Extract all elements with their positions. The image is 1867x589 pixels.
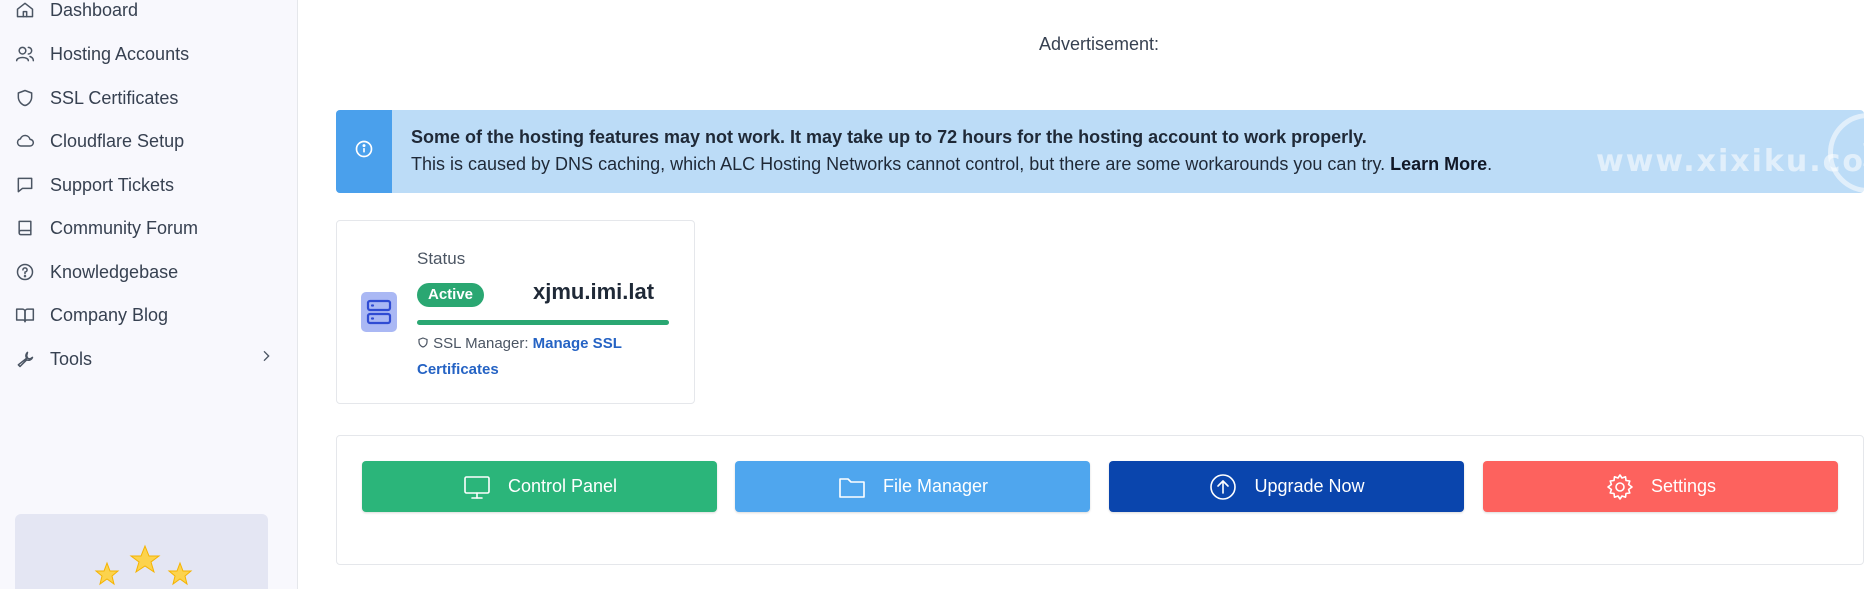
sidebar-item-tools[interactable]: Tools — [14, 344, 274, 374]
sidebar-item-knowledgebase[interactable]: Knowledgebase — [14, 257, 274, 287]
wrench-icon — [14, 348, 36, 370]
sidebar-item-community-forum[interactable]: Community Forum — [14, 213, 274, 243]
status-badge: Active — [417, 283, 485, 307]
cloud-icon — [14, 130, 36, 152]
info-icon — [354, 139, 374, 164]
sidebar-item-label: Knowledgebase — [50, 261, 179, 282]
question-icon — [14, 261, 36, 283]
control-panel-label: Control Panel — [507, 476, 618, 496]
settings-label: Settings — [1650, 476, 1717, 496]
upload-circle-icon — [1210, 473, 1237, 500]
server-icon — [361, 292, 397, 332]
main-content: Advertisement: Some of the hosting featu… — [299, 0, 1867, 589]
sidebar-item-label: Dashboard — [50, 0, 139, 20]
promo-card — [15, 514, 268, 589]
sidebar-item-label: Cloudflare Setup — [50, 130, 185, 151]
sidebar-item-label: SSL Certificates — [50, 87, 179, 108]
shield-icon — [418, 337, 428, 348]
sidebar-item-label: Hosting Accounts — [50, 43, 190, 64]
sidebar-item-label: Support Tickets — [50, 174, 175, 195]
shield-icon — [14, 87, 36, 109]
watermark-glyph: i — [1862, 126, 1864, 177]
stars-icon — [94, 544, 193, 586]
file-manager-label: File Manager — [882, 476, 989, 496]
sidebar-item-support-tickets[interactable]: Support Tickets — [14, 170, 274, 200]
folder-icon — [839, 477, 865, 498]
watermark-info-icon: i — [1828, 113, 1864, 193]
sidebar-item-label: Company Blog — [50, 304, 169, 325]
sidebar-item-label: Tools — [50, 348, 93, 369]
learn-more-link[interactable]: Learn More — [1390, 154, 1487, 174]
control-panel-button[interactable]: Control Panel — [362, 461, 717, 512]
sidebar-item-dashboard[interactable]: Dashboard — [14, 0, 274, 25]
sidebar-item-cloudflare-setup[interactable]: Cloudflare Setup — [14, 126, 274, 156]
alert-body: This is caused by DNS caching, which ALC… — [411, 154, 1492, 175]
monitor-icon — [464, 475, 490, 499]
sidebar-item-label: Community Forum — [50, 217, 199, 238]
alert-body-text: This is caused by DNS caching, which ALC… — [411, 154, 1391, 174]
advertisement-label: Advertisement: — [1039, 34, 1160, 54]
alert-body-period: . — [1487, 154, 1493, 174]
account-domain: xjmu.imi.lat — [533, 279, 655, 304]
dns-alert: Some of the hosting features may not wor… — [336, 110, 1864, 193]
sidebar-item-company-blog[interactable]: Company Blog — [14, 300, 274, 330]
quick-actions-card: Control Panel File Manager Upgrade Now S… — [336, 435, 1864, 565]
sidebar-item-ssl-certificates[interactable]: SSL Certificates — [14, 83, 274, 113]
alert-title: Some of the hosting features may not wor… — [411, 127, 1367, 147]
progress-fill — [417, 320, 669, 325]
ssl-manager-line: SSL Manager: Manage SSL Certificates — [417, 331, 657, 383]
status-card: Status Active xjmu.imi.lat SSL Manager: … — [336, 220, 695, 404]
chevron-right-icon — [258, 348, 274, 369]
settings-button[interactable]: Settings — [1483, 461, 1838, 512]
chat-icon — [14, 174, 36, 196]
home-icon — [14, 0, 36, 21]
book-icon — [14, 217, 36, 239]
file-manager-button[interactable]: File Manager — [735, 461, 1090, 512]
users-icon — [14, 43, 36, 65]
watermark-text: www.xixiku.com — [1596, 144, 1864, 179]
upgrade-now-button[interactable]: Upgrade Now — [1109, 461, 1464, 512]
page-title-cut — [337, 0, 757, 2]
gear-icon — [1607, 473, 1633, 500]
alert-strip — [336, 110, 392, 193]
ssl-manager-prefix: SSL Manager: — [433, 335, 533, 352]
sidebar: Dashboard Hosting Accounts SSL Certifica… — [0, 0, 298, 589]
sidebar-item-hosting-accounts[interactable]: Hosting Accounts — [14, 39, 274, 69]
status-label: Status — [417, 249, 466, 268]
upgrade-now-label: Upgrade Now — [1254, 476, 1365, 496]
status-progress-bar — [417, 320, 669, 325]
open-book-icon — [14, 304, 36, 326]
